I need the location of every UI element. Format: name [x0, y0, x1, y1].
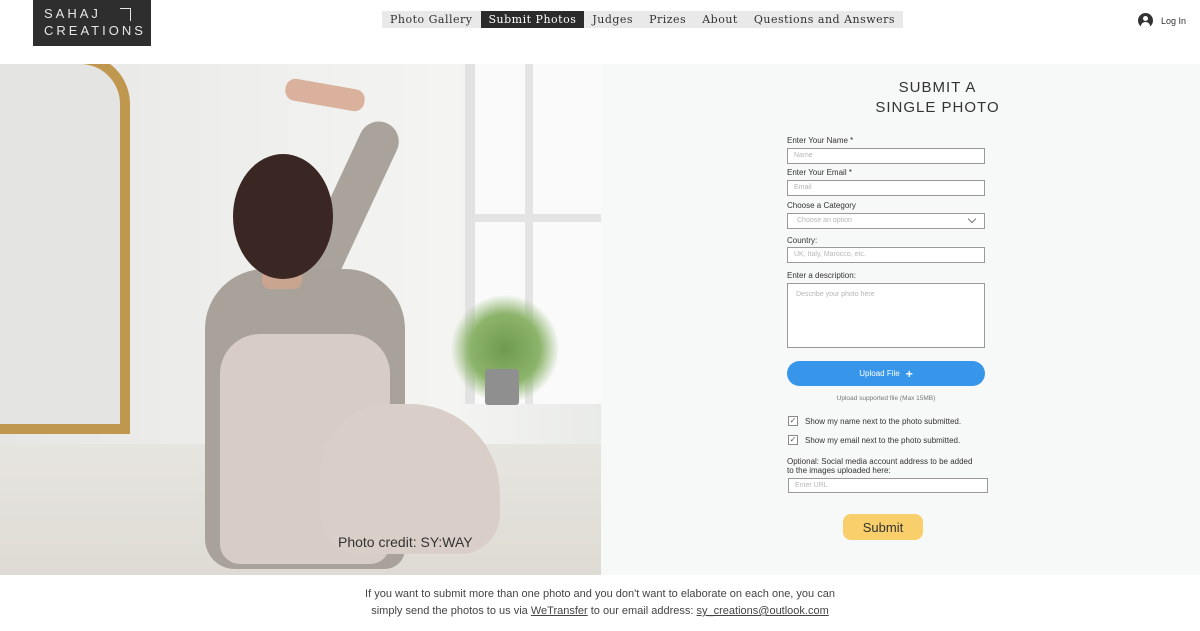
- category-select-value: Choose an option: [797, 217, 852, 224]
- upload-file-label: Upload File: [859, 369, 900, 378]
- social-media-label: Optional: Social media account address t…: [787, 457, 973, 475]
- photo-mirror: [0, 64, 130, 434]
- description-textarea[interactable]: Describe your photo here: [787, 283, 985, 348]
- nav-prizes[interactable]: Prizes: [641, 11, 694, 28]
- email-label: Enter Your Email *: [787, 168, 852, 177]
- form-title: SUBMIT A SINGLE PHOTO: [601, 78, 1200, 118]
- name-field[interactable]: Name: [787, 148, 985, 164]
- main-nav: Photo Gallery Submit Photos Judges Prize…: [382, 11, 904, 28]
- nav-about[interactable]: About: [694, 11, 746, 28]
- show-name-checkbox[interactable]: ✓: [788, 416, 798, 426]
- footer-line-1: If you want to submit more than one phot…: [365, 588, 835, 600]
- nav-judges[interactable]: Judges: [584, 11, 641, 28]
- social-url-field[interactable]: Enter URL: [788, 478, 988, 493]
- site-header: SAHAJ CREATIONS Photo Gallery Submit Pho…: [0, 0, 1200, 46]
- footer-line-2-middle: to our email address:: [587, 605, 697, 617]
- country-label: Country:: [787, 236, 818, 245]
- name-label: Enter Your Name *: [787, 136, 854, 145]
- logo-line-2: CREATIONS: [44, 23, 146, 38]
- footer-note: If you want to submit more than one phot…: [0, 586, 1200, 620]
- photo-person-hair: [233, 154, 333, 279]
- footer-line-2: simply send the photos to us via WeTrans…: [0, 603, 1200, 620]
- email-field[interactable]: Email: [787, 180, 985, 196]
- footer-line-2-prefix: simply send the photos to us via: [371, 605, 531, 617]
- form-title-line-2: SINGLE PHOTO: [875, 99, 1000, 116]
- nav-submit-photos[interactable]: Submit Photos: [480, 11, 585, 28]
- photo-plant-pot: [485, 369, 519, 405]
- plus-icon: +: [905, 366, 913, 381]
- site-logo[interactable]: SAHAJ CREATIONS: [33, 0, 151, 46]
- submit-button[interactable]: Submit: [843, 514, 923, 540]
- logo-bracket-mark: [120, 8, 131, 21]
- wetransfer-link[interactable]: WeTransfer: [531, 605, 588, 617]
- photo-credit: Photo credit: SY:WAY: [338, 534, 473, 550]
- country-field[interactable]: UK, Italy, Marocco, etc.: [787, 247, 985, 263]
- login-label: Log In: [1161, 15, 1187, 26]
- category-label: Choose a Category: [787, 201, 856, 210]
- upload-note: Upload supported file (Max 15MB): [836, 395, 936, 402]
- show-email-label: Show my email next to the photo submitte…: [805, 436, 961, 445]
- category-select[interactable]: Choose an option: [787, 213, 985, 229]
- hero-photo: Photo credit: SY:WAY: [0, 64, 601, 575]
- photo-credit-name: SY:WAY: [420, 534, 473, 550]
- show-email-checkbox[interactable]: ✓: [788, 435, 798, 445]
- photo-credit-prefix: Photo credit:: [338, 534, 421, 550]
- upload-file-button[interactable]: Upload File +: [787, 361, 985, 386]
- nav-photo-gallery[interactable]: Photo Gallery: [382, 11, 481, 28]
- logo-line-1: SAHAJ: [44, 6, 101, 21]
- user-avatar-icon: [1138, 13, 1153, 28]
- show-name-label: Show my name next to the photo submitted…: [805, 417, 962, 426]
- photo-person-legs: [320, 404, 500, 554]
- description-label: Enter a description:: [787, 271, 856, 280]
- email-link[interactable]: sy_creations@outlook.com: [697, 605, 829, 617]
- chevron-down-icon: [967, 214, 977, 224]
- form-title-line-1: SUBMIT A: [898, 79, 977, 96]
- photo-person-hand: [283, 77, 367, 113]
- nav-questions-and-answers[interactable]: Questions and Answers: [746, 11, 903, 28]
- login-button[interactable]: Log In: [1138, 13, 1186, 28]
